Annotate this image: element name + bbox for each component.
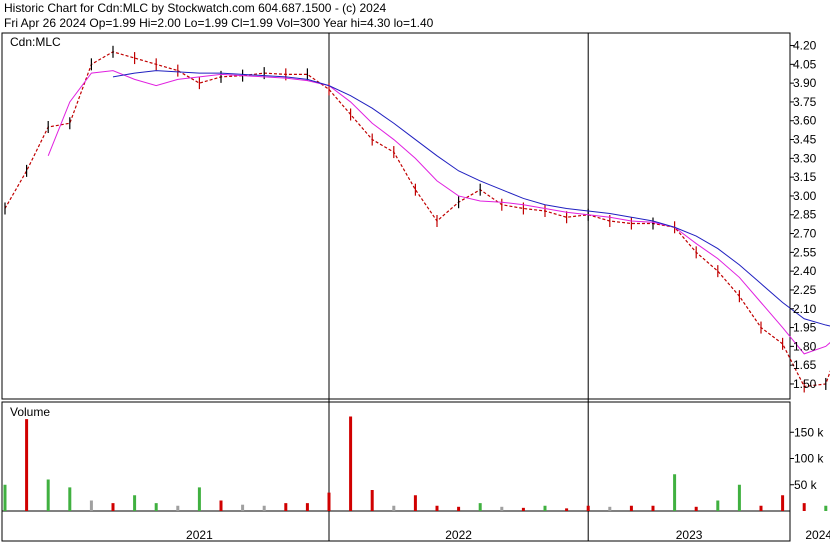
volume-bar (327, 492, 331, 511)
volume-bar (478, 503, 482, 511)
price-tick-label: 2.70 (793, 227, 817, 241)
volume-bar (565, 508, 569, 511)
price-tick-label: 3.60 (793, 114, 817, 128)
price-tick-label: 4.05 (793, 57, 817, 71)
year-label: 2024 (805, 528, 830, 542)
volume-bar (543, 505, 547, 511)
chart-title: Historic Chart for Cdn:MLC by Stockwatch… (4, 1, 386, 15)
volume-bar (370, 490, 374, 511)
stock-chart: Historic Chart for Cdn:MLC by Stockwatch… (0, 0, 830, 543)
volume-tick-label: 100 k (794, 452, 824, 466)
symbol-label: Cdn:MLC (10, 35, 61, 49)
volume-bar (673, 474, 677, 511)
price-tick-label: 1.50 (793, 377, 817, 391)
volume-bar (25, 419, 29, 511)
price-tick-label: 3.45 (793, 133, 817, 147)
price-tick-label: 3.15 (793, 170, 817, 184)
volume-bar (435, 505, 439, 511)
volume-bar (3, 484, 7, 511)
volume-bar (629, 505, 633, 511)
price-tick-label: 2.55 (793, 245, 817, 259)
year-label: 2023 (676, 528, 703, 542)
year-label: 2021 (186, 528, 213, 542)
volume-bar (651, 505, 655, 511)
volume-bar (133, 495, 137, 511)
volume-bar (68, 487, 72, 511)
volume-label: Volume (10, 405, 50, 419)
volume-bar (716, 500, 720, 511)
volume-bar (349, 416, 353, 511)
volume-bar (241, 504, 245, 511)
volume-bar (457, 506, 461, 511)
volume-bar (89, 500, 93, 511)
price-tick-label: 2.85 (793, 208, 817, 222)
volume-bar (608, 506, 612, 511)
price-tick-label: 1.80 (793, 339, 817, 353)
price-tick-label: 3.30 (793, 151, 817, 165)
volume-bar (305, 503, 309, 511)
price-tick-label: 3.75 (793, 95, 817, 109)
volume-bar (521, 507, 525, 511)
volume-bar (392, 505, 396, 511)
volume-bar (413, 495, 417, 511)
price-tick-label: 2.25 (793, 283, 817, 297)
volume-bar (46, 479, 50, 511)
price-tick-label: 2.40 (793, 264, 817, 278)
price-tick-label: 4.20 (793, 39, 817, 53)
chart-background (0, 0, 830, 543)
volume-bar (824, 505, 828, 511)
quote-summary: Fri Apr 26 2024 Op=1.99 Hi=2.00 Lo=1.99 … (4, 16, 434, 30)
volume-bar (802, 503, 806, 511)
volume-bar (154, 503, 158, 511)
volume-bar (111, 503, 115, 511)
volume-bar (586, 505, 590, 511)
volume-bar (262, 505, 266, 511)
price-tick-label: 1.95 (793, 321, 817, 335)
volume-bar (284, 503, 288, 511)
volume-bar (759, 505, 763, 511)
volume-bar (694, 506, 698, 511)
volume-bar (219, 500, 223, 511)
volume-bar (500, 506, 504, 511)
volume-bar (737, 484, 741, 511)
year-label: 2022 (445, 528, 472, 542)
volume-bar (781, 495, 785, 511)
volume-bar (176, 505, 180, 511)
price-tick-label: 1.65 (793, 358, 817, 372)
price-tick-label: 2.10 (793, 302, 817, 316)
volume-bar (197, 487, 201, 511)
price-tick-label: 3.00 (793, 189, 817, 203)
price-tick-label: 3.90 (793, 76, 817, 90)
volume-tick-label: 150 k (794, 425, 824, 439)
volume-tick-label: 50 k (794, 478, 818, 492)
